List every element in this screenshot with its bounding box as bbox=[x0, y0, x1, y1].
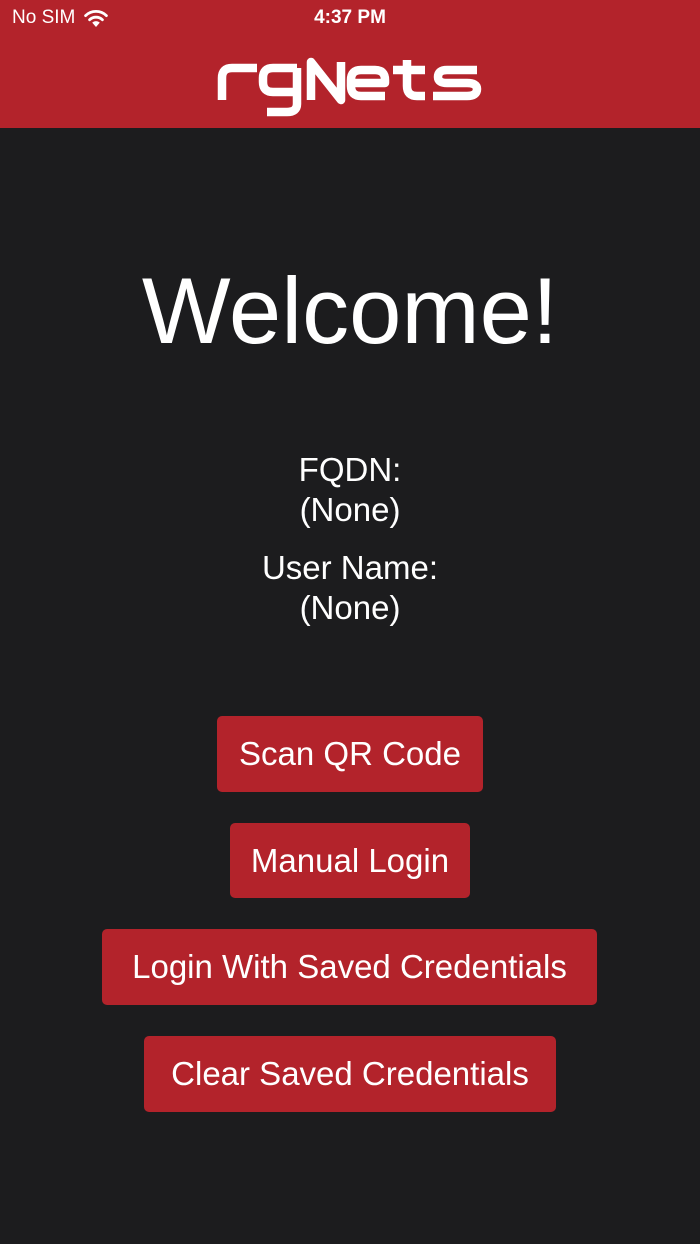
welcome-title: Welcome! bbox=[141, 258, 559, 363]
username-info: User Name: (None) bbox=[0, 548, 700, 628]
status-bar: No SIM 4:37 PM bbox=[0, 0, 700, 36]
status-time: 4:37 PM bbox=[314, 7, 386, 28]
clear-saved-credentials-button[interactable]: Clear Saved Credentials bbox=[144, 1036, 556, 1112]
username-label: User Name: bbox=[261, 549, 439, 586]
app-header: No SIM 4:37 PM bbox=[0, 0, 700, 128]
username-value: (None) bbox=[299, 589, 401, 626]
fqdn-value: (None) bbox=[299, 491, 401, 528]
rgnets-logo bbox=[0, 56, 700, 117]
login-saved-credentials-button[interactable]: Login With Saved Credentials bbox=[102, 929, 597, 1005]
main-content: Welcome! FQDN: (None) User Name: (None) … bbox=[0, 128, 700, 1244]
manual-login-button[interactable]: Manual Login bbox=[230, 823, 470, 898]
fqdn-info: FQDN: (None) bbox=[0, 450, 700, 530]
fqdn-label: FQDN: bbox=[298, 451, 402, 488]
scan-qr-code-button[interactable]: Scan QR Code bbox=[217, 716, 483, 792]
rgnets-logo-mark bbox=[217, 57, 482, 117]
